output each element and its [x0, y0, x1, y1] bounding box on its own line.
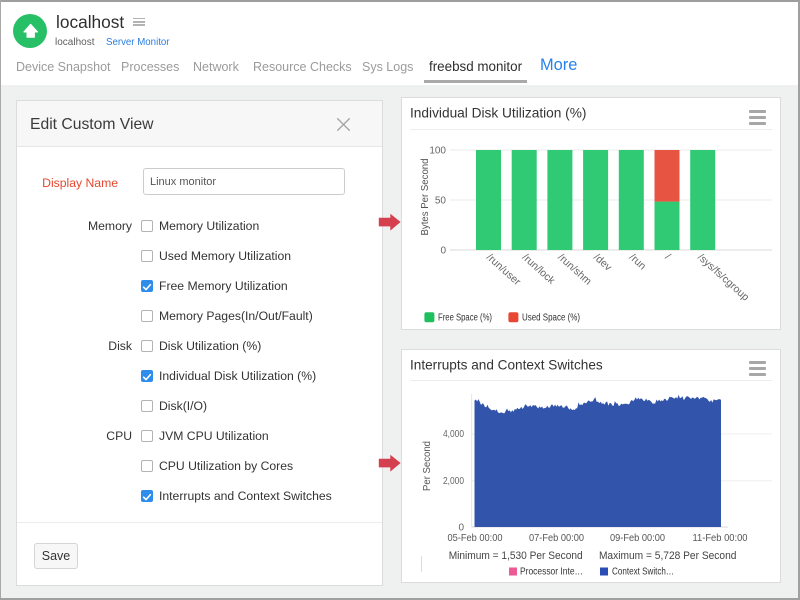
svg-text:11-Feb 00:00: 11-Feb 00:00 [693, 532, 748, 544]
svg-text:/run/user: /run/user [484, 251, 523, 288]
svg-text:Context Switch…: Context Switch… [612, 567, 674, 578]
svg-text:50: 50 [435, 196, 447, 207]
svg-text:Individual Disk Utilization (%: Individual Disk Utilization (%) [410, 106, 586, 121]
svg-text:/run: /run [627, 251, 649, 272]
svg-text:Maximum = 5,728 Per Second: Maximum = 5,728 Per Second [599, 550, 737, 562]
svg-text:2,000: 2,000 [443, 476, 464, 487]
svg-text:Per Second: Per Second [421, 441, 433, 491]
svg-text:/sys/fs/cgroup: /sys/fs/cgroup [695, 251, 751, 303]
svg-text:/: / [662, 251, 672, 262]
svg-text:/run/lock: /run/lock [520, 251, 558, 287]
svg-text:Minimum = 1,530 Per Second: Minimum = 1,530 Per Second [449, 550, 583, 562]
svg-text:Interrupts and Context Switche: Interrupts and Context Switches [410, 358, 603, 373]
svg-text:Processor Inte…: Processor Inte… [520, 567, 583, 578]
svg-text:4,000: 4,000 [443, 429, 464, 440]
svg-text:Free Space (%): Free Space (%) [438, 313, 492, 324]
svg-text:09-Feb 00:00: 09-Feb 00:00 [610, 532, 665, 544]
svg-text:Used Space (%): Used Space (%) [522, 313, 580, 324]
svg-text:/dev: /dev [591, 251, 614, 274]
svg-text:Bytes Per Second: Bytes Per Second [419, 158, 431, 235]
svg-text:100: 100 [429, 146, 446, 157]
svg-text:05-Feb 00:00: 05-Feb 00:00 [448, 532, 503, 544]
svg-text:07-Feb 00:00: 07-Feb 00:00 [529, 532, 584, 544]
svg-text:/run/shm: /run/shm [555, 251, 594, 287]
svg-text:0: 0 [440, 246, 446, 257]
